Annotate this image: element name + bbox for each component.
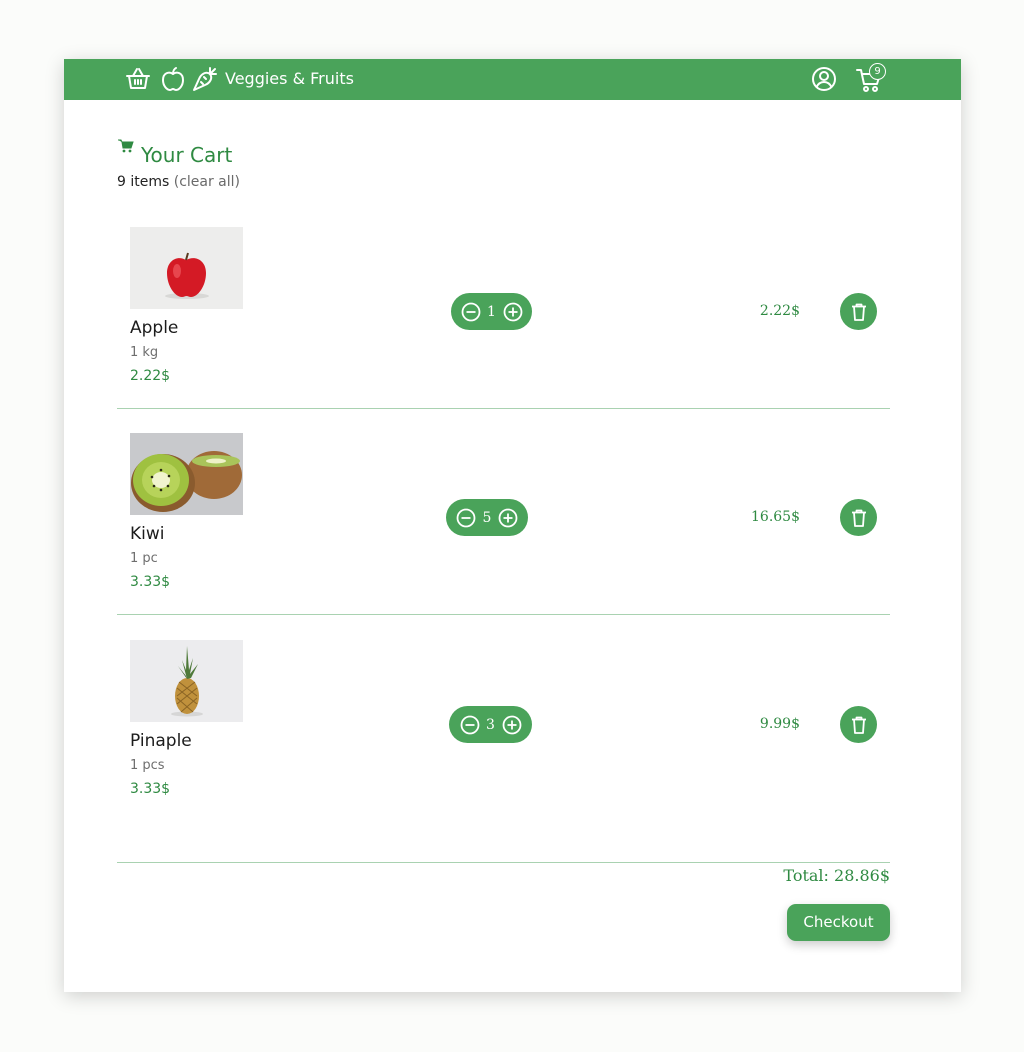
apple-icon[interactable] [159, 65, 187, 93]
divider [117, 408, 890, 409]
delete-item-button[interactable] [840, 293, 877, 330]
quantity-stepper: 1 [451, 293, 532, 330]
plus-icon[interactable] [503, 302, 523, 322]
minus-icon[interactable] [460, 715, 480, 735]
minus-icon[interactable] [456, 508, 476, 528]
cart-total: Total: 28.86$ [783, 866, 890, 885]
brand-title[interactable]: Veggies & Fruits [225, 69, 354, 89]
plus-icon[interactable] [498, 508, 518, 528]
divider [117, 862, 890, 863]
item-unit-price: 2.22$ [130, 368, 171, 384]
delete-item-button[interactable] [840, 706, 877, 743]
cart-count-badge: 9 [869, 63, 886, 80]
pineapple-image [130, 640, 243, 722]
line-total: 9.99$ [759, 716, 800, 732]
basket-icon[interactable] [124, 65, 152, 93]
item-unit: 1 pc [130, 551, 158, 566]
trash-icon [851, 716, 866, 734]
clear-all-link[interactable]: (clear all) [174, 174, 240, 190]
quantity-value: 3 [486, 716, 495, 733]
item-unit-price: 3.33$ [130, 781, 171, 797]
cart-title: Your Cart [141, 143, 233, 167]
item-unit: 1 kg [130, 345, 159, 360]
quantity-value: 1 [487, 303, 496, 320]
quantity-value: 5 [482, 509, 492, 526]
quantity-stepper: 5 [446, 499, 528, 536]
plus-icon[interactable] [502, 715, 522, 735]
item-unit: 1 pcs [130, 758, 165, 773]
item-count-label: 9 items [117, 174, 170, 190]
app-window: Veggies & Fruits 9 Your Cart 9 items (cl… [64, 59, 961, 992]
carrot-icon[interactable] [191, 65, 219, 93]
checkout-button[interactable]: Checkout [787, 904, 890, 941]
kiwi-image [130, 433, 243, 515]
item-name: Pinaple [130, 731, 192, 751]
user-icon[interactable] [810, 65, 838, 93]
apple-image [130, 227, 243, 309]
line-total: 16.65$ [751, 509, 800, 525]
item-name: Kiwi [130, 524, 165, 544]
minus-icon[interactable] [461, 302, 481, 322]
item-name: Apple [130, 318, 179, 338]
item-unit-price: 3.33$ [130, 574, 171, 590]
cart-icon [118, 139, 134, 153]
quantity-stepper: 3 [449, 706, 532, 743]
line-total: 2.22$ [759, 303, 800, 319]
trash-icon [851, 303, 866, 321]
divider [117, 614, 890, 615]
cart-item-count: 9 items (clear all) [117, 173, 240, 191]
navbar: Veggies & Fruits 9 [64, 59, 961, 100]
delete-item-button[interactable] [840, 499, 877, 536]
trash-icon [851, 509, 866, 527]
